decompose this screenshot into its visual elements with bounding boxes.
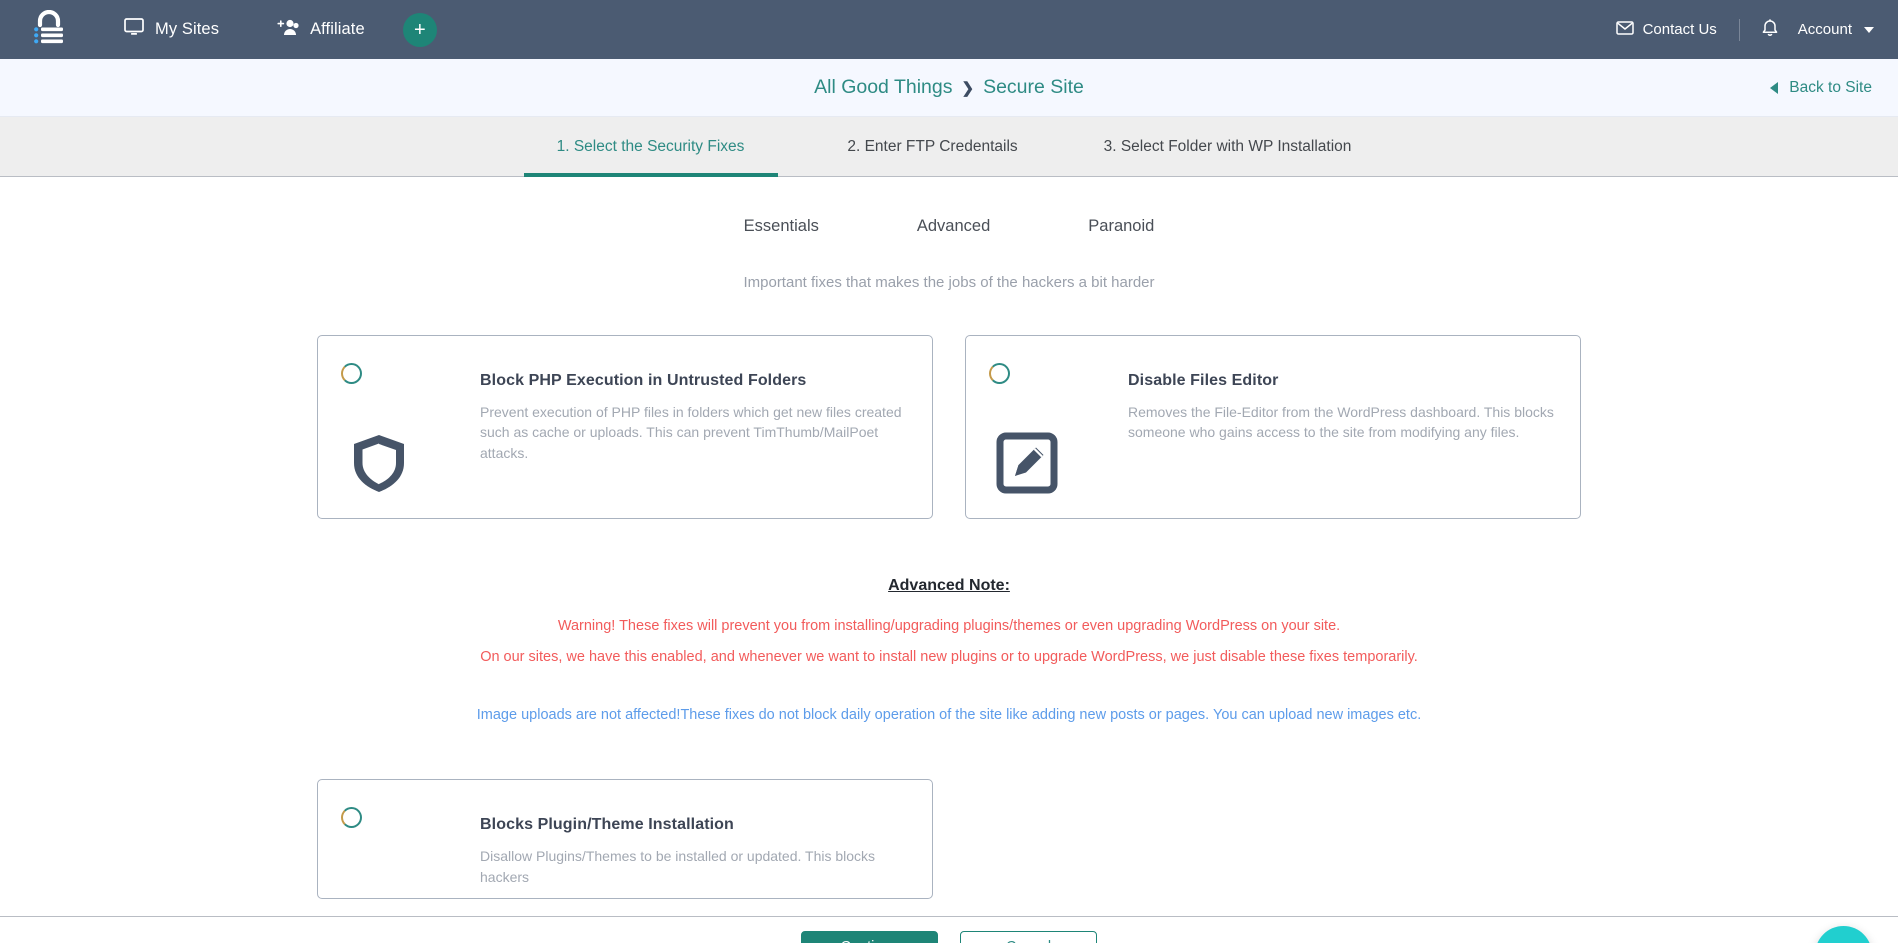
back-to-site-link[interactable]: Back to Site bbox=[1770, 79, 1872, 97]
wizard-step-tabs: 1. Select the Security Fixes 2. Enter FT… bbox=[0, 117, 1898, 177]
monitor-icon bbox=[124, 18, 144, 41]
add-people-icon bbox=[277, 18, 299, 41]
bell-icon bbox=[1762, 18, 1778, 41]
cancel-button-label: Cancel bbox=[1006, 939, 1051, 943]
fix-radio-blocks-plugin-theme-installation[interactable] bbox=[341, 807, 362, 829]
fix-card-body: Disable Files Editor Removes the File-Ed… bbox=[1128, 336, 1580, 518]
shield-icon bbox=[348, 432, 410, 494]
cancel-button[interactable]: Cancel bbox=[960, 931, 1097, 943]
level-tab-advanced[interactable]: Advanced bbox=[903, 217, 1004, 236]
advanced-fix-cards: Blocks Plugin/Theme Installation Disallo… bbox=[0, 779, 1898, 900]
fix-description-disable-files-editor: Removes the File-Editor from the WordPre… bbox=[1128, 404, 1554, 441]
tab-select-security-fixes[interactable]: 1. Select the Security Fixes bbox=[523, 117, 778, 177]
fix-radio-block-php-execution[interactable] bbox=[341, 363, 362, 384]
wizard-footer: Continue Cancel Go Back bbox=[0, 916, 1898, 943]
fix-card-left-column bbox=[318, 780, 480, 898]
tab-enter-ftp-credentials-label: 2. Enter FTP Credentails bbox=[847, 137, 1018, 155]
contact-us-link[interactable]: Contact Us bbox=[1615, 20, 1717, 39]
fix-title-blocks-plugin-theme-installation: Blocks Plugin/Theme Installation bbox=[480, 816, 734, 834]
fix-card-left-column bbox=[966, 336, 1128, 518]
tab-enter-ftp-credentials[interactable]: 2. Enter FTP Credentails bbox=[828, 117, 1038, 176]
level-description: Important fixes that makes the jobs of t… bbox=[743, 274, 1155, 291]
advanced-note-warning-line-1: Warning! These fixes will prevent you fr… bbox=[557, 618, 1341, 634]
advanced-note-info-line: Image uploads are not affected!These fix… bbox=[476, 707, 1422, 724]
fix-card-body: Blocks Plugin/Theme Installation Disallo… bbox=[480, 780, 932, 898]
continue-button[interactable]: Continue bbox=[801, 931, 938, 943]
fix-radio-disable-files-editor[interactable] bbox=[989, 363, 1010, 384]
security-fix-cards: Block PHP Execution in Untrusted Folders… bbox=[0, 335, 1898, 519]
fix-card-body: Block PHP Execution in Untrusted Folders… bbox=[480, 336, 932, 518]
chat-widget-button[interactable] bbox=[1815, 926, 1872, 943]
chevron-down-icon bbox=[1864, 26, 1874, 33]
padlock-logo-icon bbox=[34, 9, 63, 43]
plus-icon: + bbox=[413, 18, 426, 41]
add-new-site-button[interactable]: + bbox=[402, 12, 437, 47]
fix-title-disable-files-editor: Disable Files Editor bbox=[1128, 372, 1279, 389]
level-tab-paranoid-label: Paranoid bbox=[1088, 217, 1155, 235]
nav-item-affiliate-label: Affiliate bbox=[310, 20, 365, 38]
pencil-edit-icon bbox=[996, 432, 1058, 494]
breadcrumb: All Good Things ❯ Secure Site bbox=[814, 76, 1084, 99]
fix-card-block-php-execution[interactable]: Block PHP Execution in Untrusted Folders… bbox=[317, 335, 933, 519]
padlock-logo[interactable] bbox=[32, 9, 66, 50]
nav-item-affiliate[interactable]: Affiliate bbox=[277, 18, 365, 41]
advanced-note-title: Advanced Note: bbox=[888, 577, 1010, 594]
account-menu[interactable]: Account bbox=[1798, 21, 1874, 38]
level-tab-essentials-label: Essentials bbox=[743, 217, 819, 235]
top-nav-left-group: My Sites Affiliate + bbox=[24, 9, 437, 50]
account-label: Account bbox=[1797, 21, 1852, 38]
contact-us-label: Contact Us bbox=[1642, 21, 1717, 38]
security-level-tabs: Essentials Advanced Paranoid bbox=[0, 177, 1898, 236]
fix-card-disable-files-editor[interactable]: Disable Files Editor Removes the File-Ed… bbox=[965, 335, 1581, 519]
fix-title-block-php-execution: Block PHP Execution in Untrusted Folders bbox=[480, 372, 807, 389]
advanced-note-warning-line-2: On our sites, we have this enabled, and … bbox=[480, 648, 1418, 665]
nav-item-my-sites[interactable]: My Sites bbox=[124, 18, 219, 41]
level-tab-paranoid[interactable]: Paranoid bbox=[1074, 217, 1168, 236]
fix-card-left-column bbox=[318, 336, 480, 518]
notifications-button[interactable] bbox=[1762, 18, 1778, 41]
fix-card-blocks-plugin-theme-installation[interactable]: Blocks Plugin/Theme Installation Disallo… bbox=[317, 779, 933, 900]
back-to-site-label: Back to Site bbox=[1789, 78, 1872, 96]
fix-description-block-php-execution: Prevent execution of PHP files in folder… bbox=[480, 404, 902, 461]
mail-icon bbox=[1615, 20, 1634, 39]
breadcrumb-separator-icon: ❯ bbox=[961, 79, 975, 97]
tab-select-security-fixes-label: 1. Select the Security Fixes bbox=[556, 137, 745, 155]
breadcrumb-site-link[interactable]: All Good Things bbox=[814, 76, 952, 99]
level-tab-advanced-label: Advanced bbox=[916, 217, 991, 235]
breadcrumb-current-page: Secure Site bbox=[983, 76, 1084, 98]
advanced-note-section: Advanced Note: Warning! These fixes will… bbox=[0, 577, 1898, 731]
footer-button-row: Continue Cancel bbox=[801, 931, 1097, 943]
nav-divider bbox=[1738, 18, 1740, 41]
breadcrumb-bar: All Good Things ❯ Secure Site Back to Si… bbox=[0, 59, 1898, 117]
continue-button-label: Continue bbox=[840, 939, 898, 943]
tab-select-folder-label: 3. Select Folder with WP Installation bbox=[1103, 137, 1352, 155]
tab-select-folder[interactable]: 3. Select Folder with WP Installation bbox=[1103, 117, 1353, 176]
nav-item-my-sites-label: My Sites bbox=[155, 20, 220, 38]
top-nav-right-group: Contact Us Account bbox=[1615, 18, 1874, 41]
top-navigation-bar: My Sites Affiliate + Contact Us Account bbox=[0, 0, 1898, 59]
chevron-left-icon bbox=[1770, 81, 1779, 94]
level-tab-essentials[interactable]: Essentials bbox=[730, 217, 833, 236]
main-content-area: Essentials Advanced Paranoid Important f… bbox=[0, 177, 1898, 916]
fix-description-blocks-plugin-theme-installation: Disallow Plugins/Themes to be installed … bbox=[480, 848, 876, 885]
